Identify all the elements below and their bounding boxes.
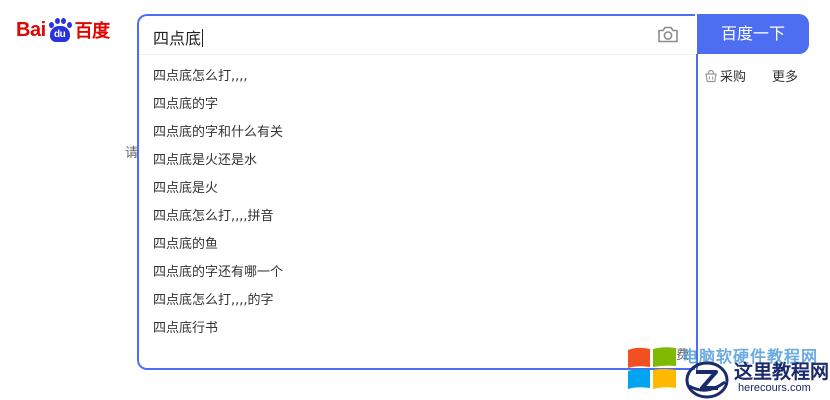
suggestion-item[interactable]: 四点底是火 (153, 178, 283, 206)
suggestion-item[interactable]: 四点底行书 (153, 318, 283, 346)
suggestion-item[interactable]: 四点底是火还是水 (153, 150, 283, 178)
suggestion-item[interactable]: 四点底的字还有哪一个 (153, 262, 283, 290)
baidu-search-page: Bai du 百度 请 四点底 四点底怎么打,,,, 四点底的字 四点底的字和什… (0, 0, 830, 400)
logo-text-du: du (49, 26, 70, 42)
search-input-row[interactable]: 四点底 (139, 16, 695, 55)
search-button[interactable]: 百度一下 (697, 14, 809, 54)
windows-logo-icon (628, 347, 676, 389)
camera-icon[interactable] (657, 26, 679, 43)
suggestion-item[interactable]: 四点底的字 (153, 94, 283, 122)
right-links: 采购 更多 (704, 66, 798, 85)
link-purchase[interactable]: 采购 (720, 66, 746, 85)
text-caret (202, 29, 204, 47)
suggestion-item[interactable]: 四点底怎么打,,,,的字 (153, 290, 283, 318)
baidu-logo[interactable]: Bai du 百度 (16, 17, 110, 43)
watermark-title: 这里教程网 (734, 361, 830, 383)
watermark-emblem-icon (685, 361, 729, 399)
suggestion-item[interactable]: 四点底的字和什么有关 (153, 122, 283, 150)
watermark: 电脑软硬件教程网 这里教程网 herecours.com (626, 343, 830, 400)
suggestion-item[interactable]: 四点底的鱼 (153, 234, 283, 262)
link-more[interactable]: 更多 (772, 66, 798, 85)
logo-text-bai: Bai (16, 18, 46, 41)
suggestion-list: 四点底怎么打,,,, 四点底的字 四点底的字和什么有关 四点底是火还是水 四点底… (153, 66, 283, 346)
suggestion-item[interactable]: 四点底怎么打,,,, (153, 66, 283, 94)
paw-icon: du (47, 18, 73, 42)
logo-text-cn: 百度 (74, 21, 111, 41)
search-input[interactable]: 四点底 (153, 25, 204, 49)
search-query-text: 四点底 (153, 29, 202, 48)
search-box[interactable]: 四点底 四点底怎么打,,,, 四点底的字 四点底的字和什么有关 四点底是火还是水… (137, 14, 698, 370)
basket-icon[interactable] (704, 69, 718, 83)
watermark-url: herecours.com (738, 382, 811, 394)
suggestion-item[interactable]: 四点底怎么打,,,,拼音 (153, 206, 283, 234)
